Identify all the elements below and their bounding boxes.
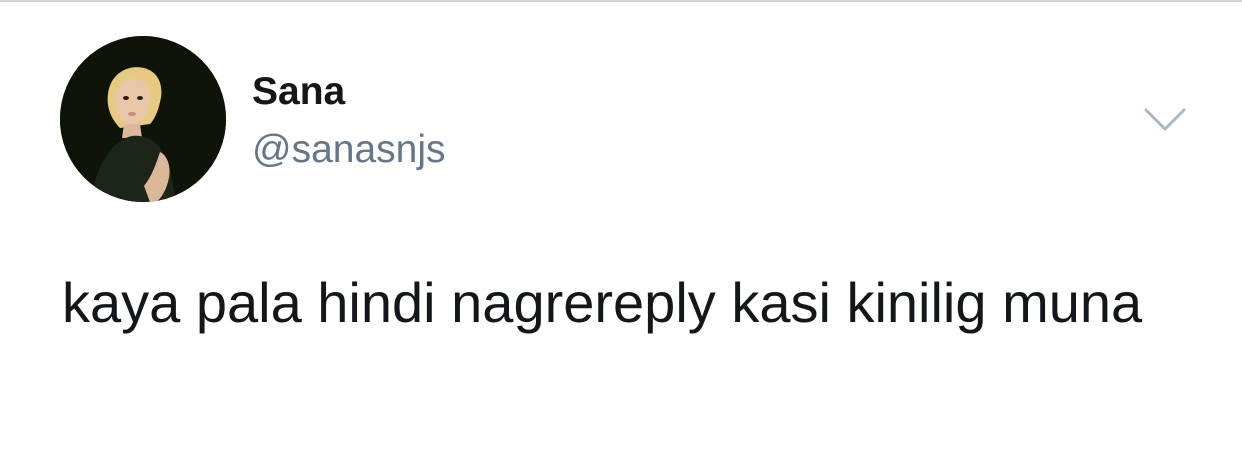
author-display-name[interactable]: Sana xyxy=(252,68,345,116)
tweet-menu-button[interactable] xyxy=(1142,100,1188,140)
avatar[interactable] xyxy=(60,36,226,202)
top-divider xyxy=(0,0,1242,2)
avatar-photo xyxy=(60,36,226,202)
author-handle[interactable]: @sanasnjs xyxy=(252,126,446,174)
chevron-down-icon xyxy=(1144,108,1186,131)
tweet-text: kaya pala hindi nagrereply kasi kinilig … xyxy=(62,271,1143,334)
